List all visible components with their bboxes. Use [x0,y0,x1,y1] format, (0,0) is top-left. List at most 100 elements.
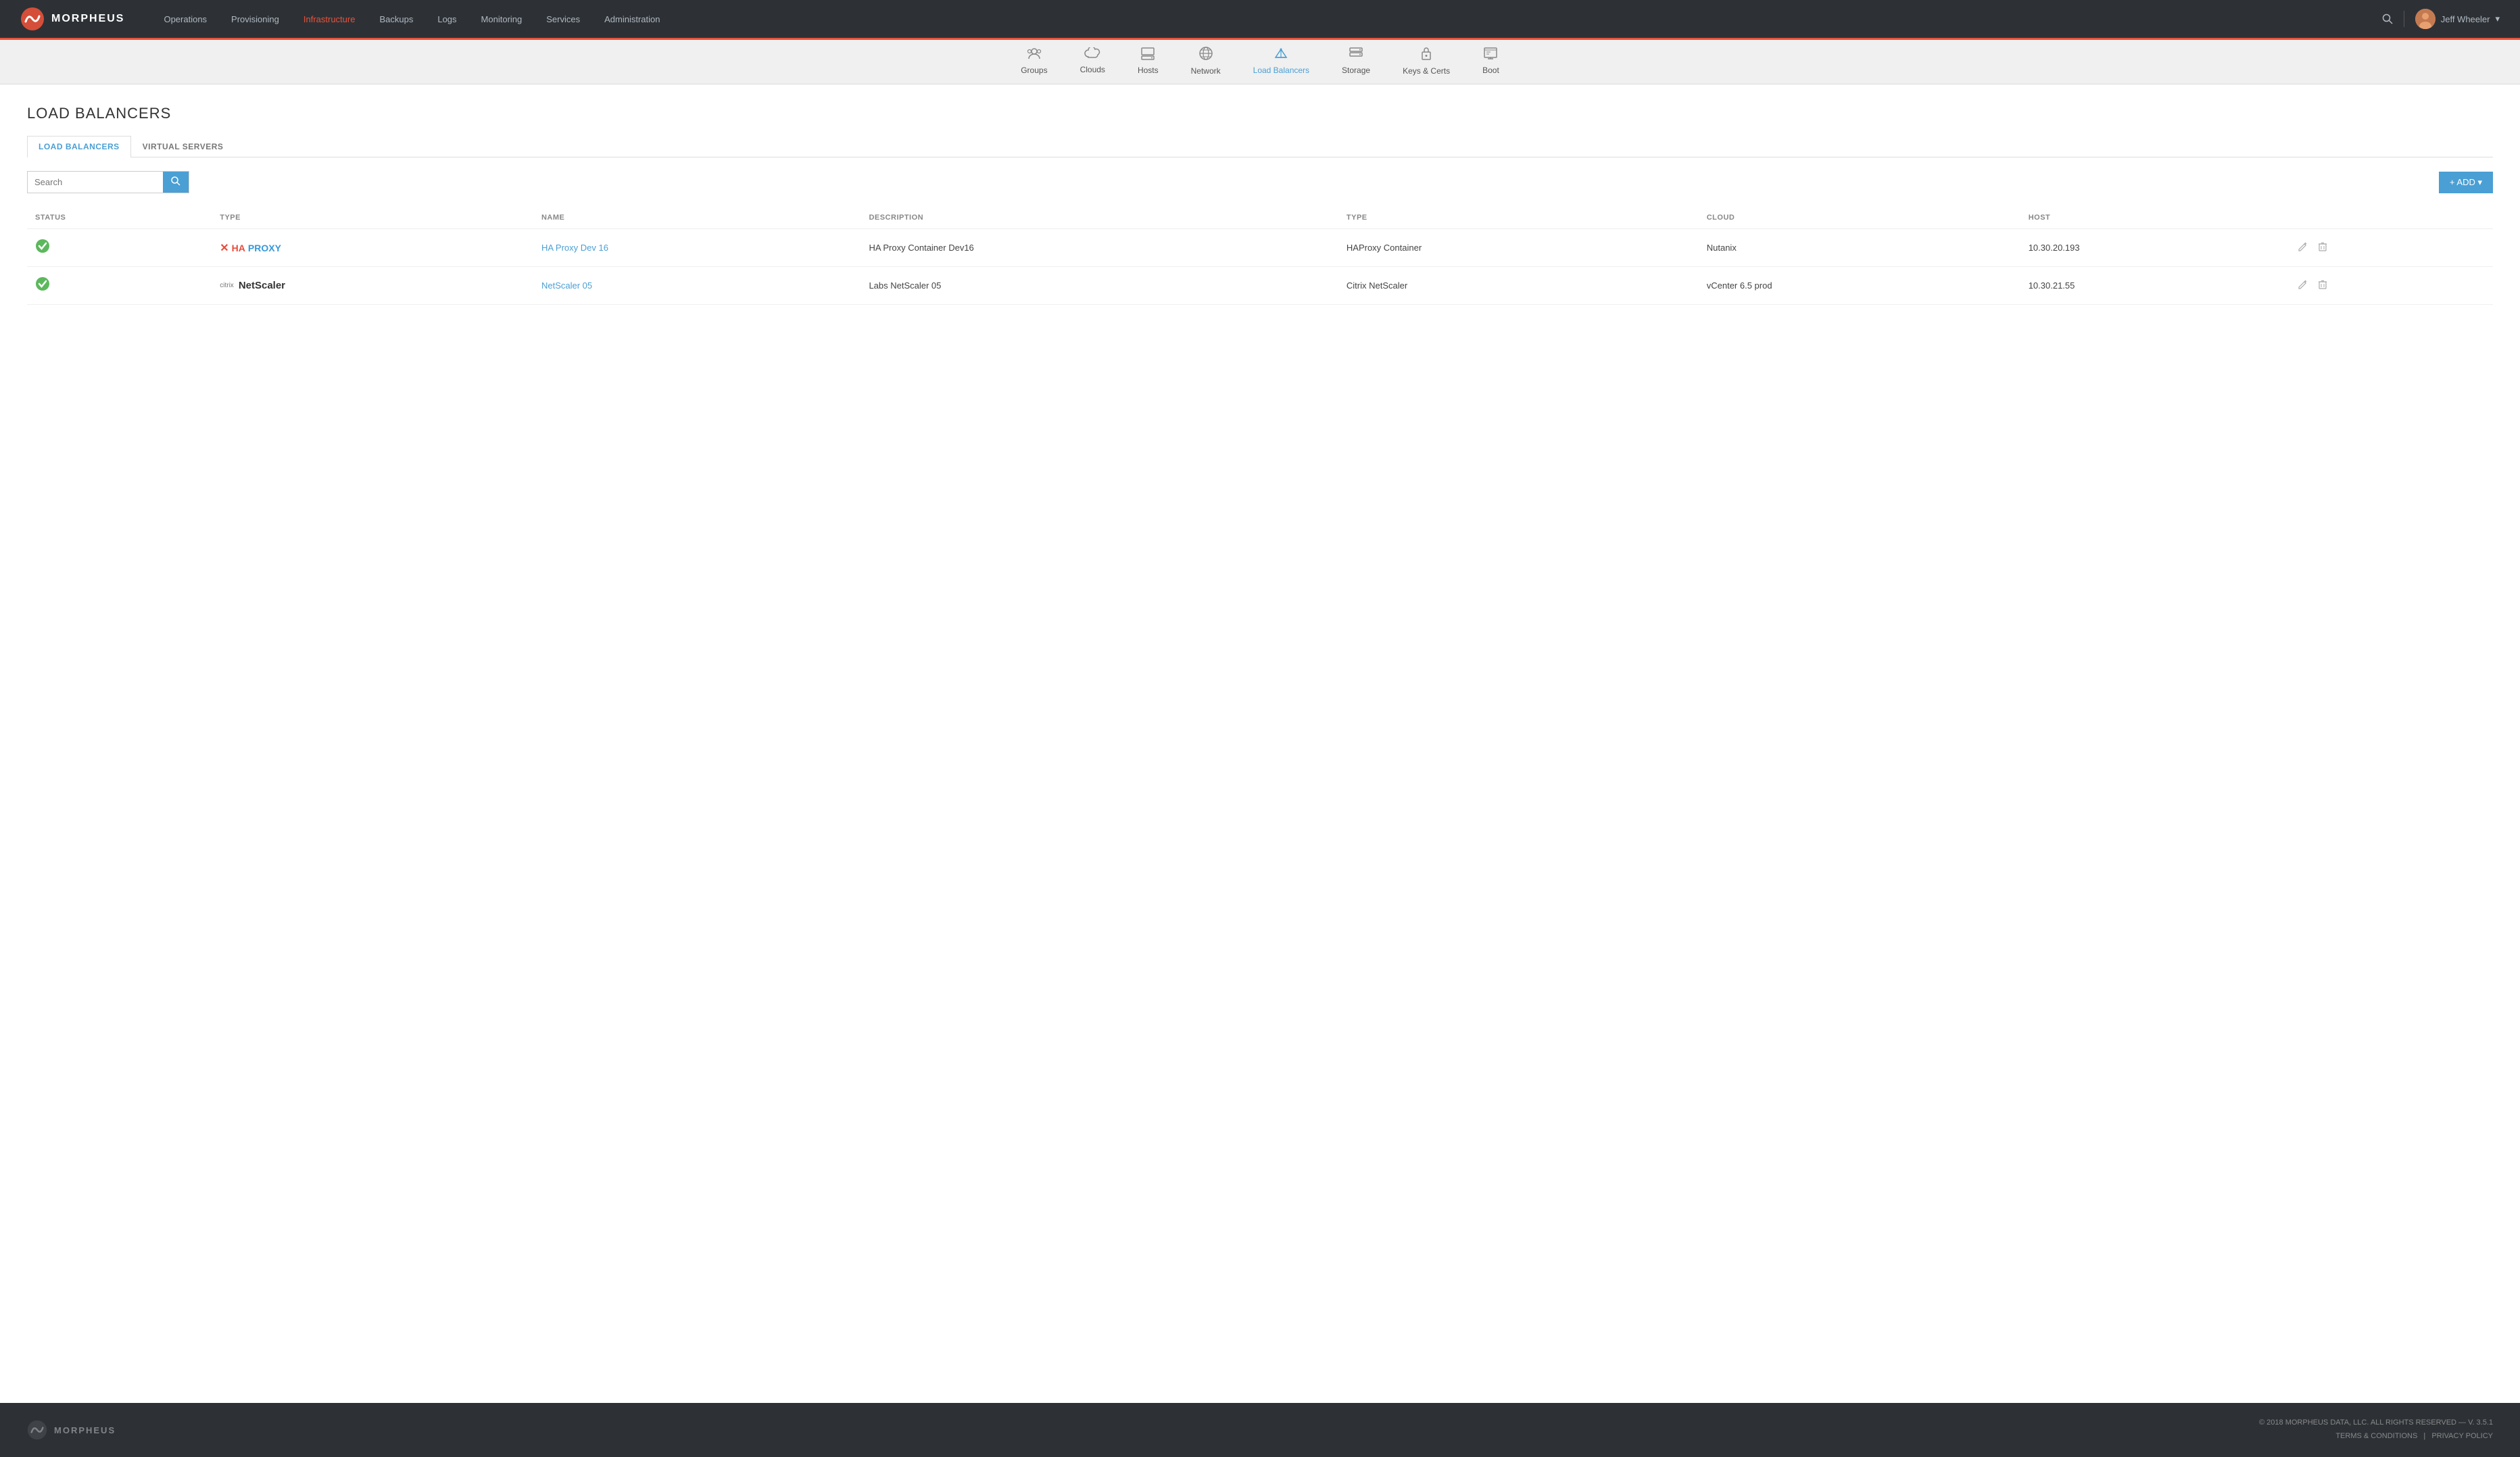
tabs-container: LOAD BALANCERS VIRTUAL SERVERS [27,136,2493,157]
search-box [27,171,189,193]
row2-delete-button[interactable] [2315,278,2331,293]
search-submit-icon [171,176,180,186]
footer-copyright: © 2018 MORPHEUS DATA, LLC. ALL RIGHTS RE… [2259,1416,2493,1430]
subnav-storage-label: Storage [1342,66,1370,75]
subnav-clouds-label: Clouds [1080,65,1105,74]
hosts-icon [1140,47,1155,63]
table-row: citrix NetScaler NetScaler 05 Labs NetSc… [27,267,2493,305]
footer-terms-link[interactable]: TERMS & CONDITIONS [2335,1432,2417,1440]
main-nav: Operations Provisioning Infrastructure B… [151,0,2381,38]
status-ok-icon [35,243,50,256]
logo[interactable]: MORPHEUS [20,7,124,31]
user-dropdown-icon: ▾ [2495,14,2500,24]
keys-certs-icon [1420,46,1433,64]
row2-cloud: vCenter 6.5 prod [1699,267,2020,305]
clouds-icon [1084,47,1100,62]
row1-status [27,229,212,267]
haproxy-logo: ✕ HAPROXY [220,241,525,255]
status-ok-icon-2 [35,280,50,294]
subnav-load-balancers[interactable]: Load Balancers [1237,39,1326,83]
nav-administration[interactable]: Administration [592,0,672,38]
edit-icon-2 [2298,280,2308,289]
row2-host: 10.30.21.55 [2020,267,2287,305]
nav-infrastructure[interactable]: Infrastructure [291,0,368,38]
table-body: ✕ HAPROXY HA Proxy Dev 16 HA Proxy Conta… [27,229,2493,305]
tab-virtual-servers[interactable]: VIRTUAL SERVERS [131,136,235,157]
table-row: ✕ HAPROXY HA Proxy Dev 16 HA Proxy Conta… [27,229,2493,267]
avatar-icon [2415,9,2436,29]
search-button[interactable] [163,172,189,193]
subnav-network[interactable]: Network [1175,38,1237,84]
subnav-storage[interactable]: Storage [1326,39,1386,83]
row1-name-link[interactable]: HA Proxy Dev 16 [541,243,608,253]
trash-icon-2 [2319,280,2327,289]
footer-logo-icon [27,1420,47,1440]
search-input[interactable] [28,173,163,191]
footer-links: TERMS & CONDITIONS | PRIVACY POLICY [2259,1430,2493,1443]
subnav-clouds[interactable]: Clouds [1064,39,1121,82]
page-title: LOAD BALANCERS [27,105,2493,122]
row1-delete-button[interactable] [2315,241,2331,255]
load-balancers-table: STATUS TYPE NAME DESCRIPTION TYPE CLOUD … [27,207,2493,305]
nav-operations[interactable]: Operations [151,0,219,38]
row2-description: Labs NetScaler 05 [861,267,1338,305]
col-status: STATUS [27,207,212,229]
groups-icon [1027,47,1042,63]
col-type-logo: TYPE [212,207,533,229]
main-content: LOAD BALANCERS LOAD BALANCERS VIRTUAL SE… [0,84,2520,1403]
edit-icon [2298,242,2308,251]
netscaler-logo: citrix NetScaler [220,280,525,291]
logo-text: MORPHEUS [51,13,124,25]
footer-privacy-link[interactable]: PRIVACY POLICY [2431,1432,2493,1440]
nav-services[interactable]: Services [534,0,592,38]
footer-separator: | [2423,1432,2425,1440]
nav-provisioning[interactable]: Provisioning [219,0,291,38]
subnav-keys-certs-label: Keys & Certs [1403,66,1450,76]
subnav-hosts[interactable]: Hosts [1121,39,1175,83]
subnav-boot[interactable]: Boot [1466,39,1516,83]
nav-backups[interactable]: Backups [367,0,425,38]
network-icon [1198,46,1213,64]
tab-load-balancers[interactable]: LOAD BALANCERS [27,136,131,157]
nav-right: Jeff Wheeler ▾ [2382,9,2500,29]
row2-name-link[interactable]: NetScaler 05 [541,280,592,291]
row1-type-logo: ✕ HAPROXY [212,229,533,267]
col-description: DESCRIPTION [861,207,1338,229]
table-header: STATUS TYPE NAME DESCRIPTION TYPE CLOUD … [27,207,2493,229]
boot-icon [1483,47,1498,63]
subnav-boot-label: Boot [1482,66,1499,75]
col-cloud: CLOUD [1699,207,2020,229]
col-host: HOST [2020,207,2287,229]
morpheus-logo-icon [20,7,45,31]
user-menu[interactable]: Jeff Wheeler ▾ [2415,9,2500,29]
row2-type-logo: citrix NetScaler [212,267,533,305]
row1-description: HA Proxy Container Dev16 [861,229,1338,267]
nav-logs[interactable]: Logs [425,0,468,38]
footer-info: © 2018 MORPHEUS DATA, LLC. ALL RIGHTS RE… [2259,1416,2493,1443]
add-button[interactable]: + ADD ▾ [2439,172,2493,193]
row1-actions [2286,229,2493,267]
nav-monitoring[interactable]: Monitoring [469,0,535,38]
subnav-keys-certs[interactable]: Keys & Certs [1386,38,1466,84]
load-balancers-icon [1273,47,1289,63]
search-icon-button[interactable] [2382,14,2393,24]
row2-type: Citrix NetScaler [1338,267,1699,305]
row2-name: NetScaler 05 [533,267,861,305]
col-name: NAME [533,207,861,229]
footer-logo: MORPHEUS [27,1420,116,1440]
row1-cloud: Nutanix [1699,229,2020,267]
subnav-groups-label: Groups [1021,66,1047,75]
storage-icon [1349,47,1363,63]
top-navigation: MORPHEUS Operations Provisioning Infrast… [0,0,2520,38]
subnav-network-label: Network [1191,66,1221,76]
row1-edit-button[interactable] [2294,241,2312,255]
row2-actions [2286,267,2493,305]
subnav-groups[interactable]: Groups [1004,39,1063,83]
footer: MORPHEUS © 2018 MORPHEUS DATA, LLC. ALL … [0,1403,2520,1457]
row1-type: HAProxy Container [1338,229,1699,267]
sub-navigation: Groups Clouds Hosts [0,38,2520,84]
col-actions [2286,207,2493,229]
row2-edit-button[interactable] [2294,278,2312,293]
user-name: Jeff Wheeler [2441,14,2490,24]
subnav-load-balancers-label: Load Balancers [1253,66,1309,75]
